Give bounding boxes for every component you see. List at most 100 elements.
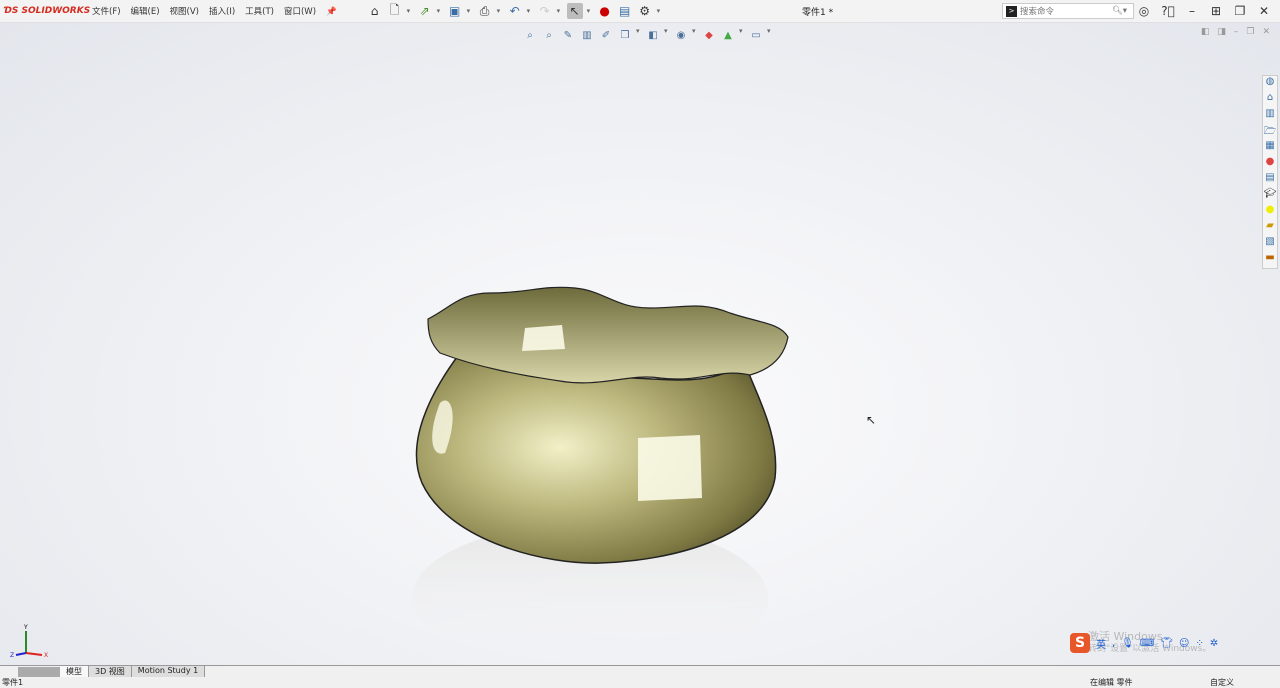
undo-icon[interactable]: ↶ — [507, 3, 523, 19]
user-icon[interactable]: ◎ — [1136, 3, 1152, 19]
select-icon[interactable]: ↖ — [566, 3, 583, 19]
zoom-to-fit-icon[interactable]: ⌕ — [522, 27, 538, 43]
menu-bar: 文件(F) 编辑(E) 视图(V) 插入(I) 工具(T) 窗口(W) 📌 — [92, 5, 347, 17]
punctuation-icon[interactable]: , — [1112, 638, 1115, 649]
chevron-down-icon[interactable]: ▾ — [557, 7, 563, 15]
library-icon[interactable]: ▧ — [1263, 236, 1277, 252]
graphics-area[interactable]: ⌕ ⌕ ✎ ▥ ✐ ❒ ▾ ◧ ▾ ◉ ▾ ◆ ▲ ▾ ▭ ▾ ◧ ◨ – ❐ ✕ ◍ ⌂ ▥ 🗁… — [0, 23, 1280, 665]
appearances-icon[interactable]: ● — [1263, 156, 1277, 172]
previous-view-icon[interactable]: ✎ — [560, 27, 576, 43]
settings-icon[interactable]: ✲ — [1210, 638, 1218, 649]
chevron-down-icon[interactable]: ▾ — [467, 7, 473, 15]
scene-icon[interactable]: ▲ — [720, 27, 736, 43]
search-box[interactable]: > 🔍︎▾ — [1002, 3, 1134, 19]
chevron-down-icon[interactable]: ▾ — [636, 27, 642, 43]
tab-scroll-arrows[interactable] — [18, 666, 60, 677]
close-icon[interactable]: ✕ — [1262, 27, 1270, 37]
split-right-icon[interactable]: ◨ — [1217, 27, 1226, 37]
pin-icon[interactable]: 📌 — [326, 7, 337, 17]
print-icon[interactable]: ⎙ — [477, 3, 493, 19]
new-document-icon[interactable]: 🗋 — [387, 3, 403, 19]
tab-3d-view[interactable]: 3D 视图 — [89, 666, 132, 677]
tab-model[interactable]: 模型 — [60, 666, 89, 677]
tasks-icon[interactable]: ▰ — [1263, 220, 1277, 236]
chevron-down-icon[interactable]: ▾ — [497, 7, 503, 15]
zoom-to-area-icon[interactable]: ⌕ — [541, 27, 557, 43]
restore-icon[interactable]: ❐ — [1232, 3, 1248, 19]
forum-icon[interactable]: 🎓︎ — [1263, 188, 1277, 204]
dynamic-annotation-icon[interactable]: ✐ — [598, 27, 614, 43]
heads-up-view-toolbar: ⌕ ⌕ ✎ ▥ ✐ ❒ ▾ ◧ ▾ ◉ ▾ ◆ ▲ ▾ ▭ ▾ — [522, 27, 773, 43]
file-explorer-icon[interactable]: 🗁 — [1263, 124, 1277, 140]
skin-icon[interactable]: 👕︎ — [1160, 638, 1173, 649]
display-settings-icon[interactable]: ▭ — [748, 27, 764, 43]
status-units[interactable]: 自定义 — [1210, 677, 1234, 688]
ime-language[interactable]: 英 — [1096, 636, 1106, 651]
chevron-down-icon[interactable]: ▾ — [692, 27, 698, 43]
keyboard-icon[interactable]: ⌨ — [1140, 638, 1154, 649]
split-left-icon[interactable]: ◧ — [1201, 27, 1210, 37]
folder-icon[interactable]: ▬ — [1263, 252, 1277, 268]
help-icon[interactable]: ?⃝ — [1160, 3, 1176, 19]
home-icon[interactable]: ⌂ — [1263, 92, 1277, 108]
chevron-down-icon[interactable]: ▾ — [527, 7, 533, 15]
sogou-logo-icon[interactable]: S — [1070, 633, 1090, 653]
chevron-down-icon[interactable]: ▾ — [437, 7, 443, 15]
save-icon[interactable]: ▣ — [447, 3, 463, 19]
search-input[interactable] — [1020, 6, 1112, 16]
home-icon[interactable]: ⌂ — [367, 3, 383, 19]
tile-icon[interactable]: ⊞ — [1208, 3, 1224, 19]
open-icon[interactable]: ⇗ — [417, 3, 433, 19]
menu-file[interactable]: 文件(F) — [92, 7, 121, 17]
document-title: 零件1 * — [802, 8, 834, 18]
vase-body — [415, 352, 777, 564]
gear-icon[interactable]: ⚙ — [637, 3, 653, 19]
toolbox-icon[interactable]: ⁘ — [1195, 638, 1203, 649]
traffic-light-icon[interactable]: ● — [597, 3, 613, 19]
menu-tools[interactable]: 工具(T) — [245, 7, 274, 17]
restore-icon[interactable]: ❐ — [1246, 27, 1254, 37]
edit-appearance-icon[interactable]: ◆ — [701, 27, 717, 43]
command-icon: > — [1006, 5, 1017, 17]
axis-x-label: X — [44, 652, 48, 659]
chevron-down-icon[interactable]: ▾ — [664, 27, 670, 43]
status-document: 零件1 — [2, 678, 24, 687]
design-library-icon[interactable]: ▥ — [1263, 108, 1277, 124]
microphone-icon[interactable]: 🎙︎ — [1121, 638, 1134, 649]
chevron-down-icon[interactable]: ▾ — [587, 7, 593, 15]
solidworks-resources-icon[interactable]: ◍ — [1263, 76, 1277, 92]
section-view-icon[interactable]: ▥ — [579, 27, 595, 43]
light-icon[interactable]: ● — [1263, 204, 1277, 220]
emoji-icon[interactable]: ☺ — [1179, 638, 1189, 649]
close-icon[interactable]: ✕ — [1256, 3, 1272, 19]
custom-properties-icon[interactable]: ▤ — [1263, 172, 1277, 188]
menu-edit[interactable]: 编辑(E) — [131, 7, 160, 17]
redo-icon[interactable]: ↷ — [537, 3, 553, 19]
standard-toolbar: ⌂ 🗋 ▾ ⇗ ▾ ▣ ▾ ⎙ ▾ ↶ ▾ ↷ ▾ ↖ ▾ ● ▤ ⚙ ▾ — [367, 3, 663, 19]
hide-show-icon[interactable]: ◉ — [673, 27, 689, 43]
view-orientation-icon[interactable]: ❒ — [617, 27, 633, 43]
chevron-down-icon[interactable]: ▾ — [739, 27, 745, 43]
menu-insert[interactable]: 插入(I) — [209, 7, 235, 17]
vase-model[interactable] — [400, 253, 800, 633]
axis-z-label: Z — [10, 652, 14, 659]
title-bar: ƊS SOLIDWORKS 文件(F) 编辑(E) 视图(V) 插入(I) 工具(T) 窗… — [0, 0, 1280, 23]
chevron-down-icon[interactable]: ▾ — [657, 7, 663, 15]
axis-y-label: Y — [23, 624, 28, 631]
options-list-icon[interactable]: ▤ — [617, 3, 633, 19]
chevron-down-icon[interactable]: ▾ — [767, 27, 773, 43]
display-style-icon[interactable]: ◧ — [645, 27, 661, 43]
highlight — [638, 435, 702, 501]
solidworks-logo[interactable]: ƊS SOLIDWORKS — [4, 6, 92, 16]
minimize-icon[interactable]: – — [1234, 27, 1239, 37]
ds-logo-icon: ƊS — [4, 6, 22, 16]
orientation-triad: Y X Z — [10, 623, 50, 666]
highlight — [522, 325, 565, 351]
view-palette-icon[interactable]: ▦ — [1263, 140, 1277, 156]
search-icon[interactable]: 🔍︎▾ — [1112, 6, 1127, 16]
tab-motion-study[interactable]: Motion Study 1 — [131, 666, 206, 677]
minimize-icon[interactable]: – — [1184, 3, 1200, 19]
chevron-down-icon[interactable]: ▾ — [407, 7, 413, 15]
menu-view[interactable]: 视图(V) — [170, 7, 199, 17]
menu-window[interactable]: 窗口(W) — [284, 7, 316, 17]
